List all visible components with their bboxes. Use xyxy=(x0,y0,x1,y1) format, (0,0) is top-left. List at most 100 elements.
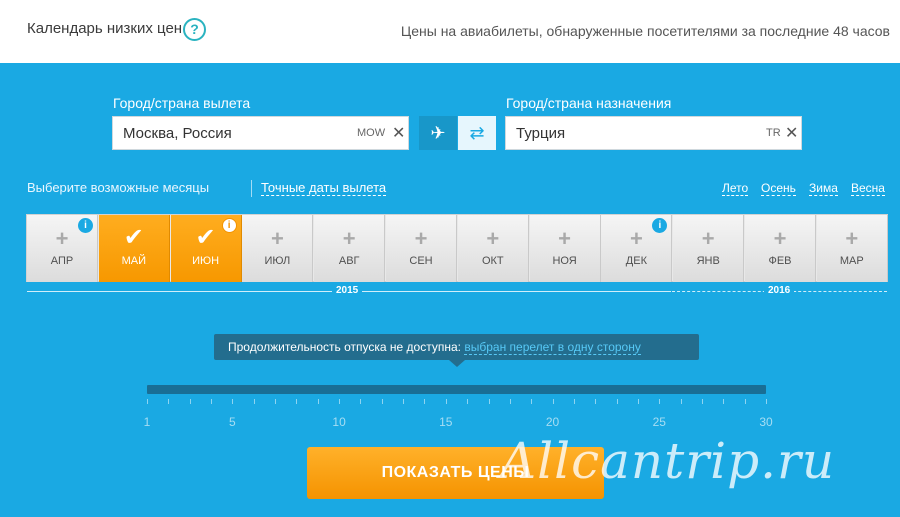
month-6[interactable]: + ОКТ xyxy=(457,215,529,282)
tooltip-arrow xyxy=(449,360,465,367)
month-label: ИЮЛ xyxy=(264,255,291,267)
month-4[interactable]: + АВГ xyxy=(314,215,386,282)
season-summer-link[interactable]: Лето xyxy=(722,181,749,196)
month-11[interactable]: + МАР xyxy=(816,215,888,282)
slider-scale-label: 5 xyxy=(229,415,236,429)
slider-tick xyxy=(573,399,575,404)
plus-icon: + xyxy=(270,226,284,251)
plus-icon: + xyxy=(486,226,500,251)
slider-scale-label: 1 xyxy=(143,415,151,429)
plus-icon: + xyxy=(845,226,859,251)
choose-months-label: Выберите возможные месяцы xyxy=(27,180,210,195)
destination-input[interactable] xyxy=(516,117,736,149)
plus-icon: + xyxy=(701,226,715,251)
slider-tick xyxy=(637,399,639,404)
month-label: ФЕВ xyxy=(768,255,792,267)
roundtrip-plane-icon: ⇄ xyxy=(469,123,485,143)
slider-scale-label: 30 xyxy=(759,415,773,429)
duration-slider[interactable] xyxy=(147,385,766,394)
season-spring-link[interactable]: Весна xyxy=(851,181,885,196)
oneway-toggle-button[interactable]: ✈ xyxy=(419,116,457,150)
info-icon[interactable]: i xyxy=(221,218,237,233)
check-icon: ✔ xyxy=(123,224,144,251)
prices-note: Цены на авиабилеты, обнаруженные посетит… xyxy=(400,23,890,39)
slider-tick xyxy=(766,399,767,404)
slider-tick xyxy=(189,399,191,404)
header-bar: Календарь низких цен ? Цены на авиабилет… xyxy=(0,0,900,63)
slider-scale-label: 25 xyxy=(652,415,666,429)
slider-tick xyxy=(467,399,469,404)
exact-dates-link[interactable]: Точные даты вылета xyxy=(261,180,387,196)
month-label: ЯНВ xyxy=(696,255,720,267)
slider-tick xyxy=(296,399,298,404)
month-0[interactable]: + АПР i xyxy=(27,215,98,282)
month-10[interactable]: + ФЕВ xyxy=(745,215,816,282)
slider-tick xyxy=(147,399,148,404)
slider-tick xyxy=(317,399,319,404)
slider-tick xyxy=(488,399,490,404)
slider-scale-label: 20 xyxy=(545,415,560,429)
slider-tick xyxy=(616,399,618,404)
origin-input[interactable] xyxy=(123,117,343,149)
slider-tick xyxy=(253,399,255,404)
slider-tick xyxy=(723,399,725,404)
slider-tick xyxy=(168,399,170,404)
destination-clear-icon[interactable]: ✕ xyxy=(785,123,798,143)
slider-tick xyxy=(680,399,682,404)
slider-tick xyxy=(424,399,426,404)
month-label: НОЯ xyxy=(552,255,577,267)
month-9[interactable]: + ЯНВ xyxy=(673,215,745,282)
plane-icon: ✈ xyxy=(430,123,446,143)
slider-ticks xyxy=(147,399,767,405)
slider-tick xyxy=(744,399,746,404)
month-label: ИЮН xyxy=(192,255,220,267)
slider-tick xyxy=(211,399,213,404)
plus-icon: + xyxy=(414,226,428,251)
slider-scale-label: 15 xyxy=(439,415,453,429)
origin-field[interactable]: MOW ✕ xyxy=(112,116,409,150)
slider-tick xyxy=(339,399,341,404)
page-title: Календарь низких цен xyxy=(27,20,183,37)
month-2[interactable]: ✔ ИЮН i xyxy=(170,215,242,282)
slider-tick xyxy=(275,399,277,404)
slider-tick xyxy=(659,399,661,404)
slider-tick xyxy=(445,399,447,404)
duration-tooltip: Продолжительность отпуска не доступна: в… xyxy=(214,334,699,360)
slider-tick xyxy=(403,399,405,404)
slider-tick xyxy=(360,399,362,404)
help-icon[interactable]: ? xyxy=(183,18,206,41)
month-7[interactable]: + НОЯ xyxy=(529,215,601,282)
month-5[interactable]: + СЕН xyxy=(386,215,457,282)
month-label: ДЕК xyxy=(625,255,647,267)
month-8[interactable]: + ДЕК i xyxy=(601,215,673,282)
season-winter-link[interactable]: Зима xyxy=(809,181,838,196)
slider-tick xyxy=(509,399,511,404)
months-bar: + АПР i ✔ МАЙ ✔ ИЮН i + ИЮЛ + АВГ + СЕН + ОКТ + НОЯ + ДЕК i +… xyxy=(26,214,888,282)
slider-tick xyxy=(552,399,554,404)
slider-scale-label: 10 xyxy=(332,415,346,429)
origin-label: Город/страна вылета xyxy=(113,95,251,111)
roundtrip-toggle-button[interactable]: ⇄ xyxy=(458,116,496,150)
slider-tick xyxy=(595,399,597,404)
origin-clear-icon[interactable]: ✕ xyxy=(392,123,405,143)
month-label: ОКТ xyxy=(481,255,504,267)
destination-field[interactable]: TR ✕ xyxy=(505,116,802,150)
watermark-logo: Allcantrip.ru xyxy=(500,432,836,490)
plus-icon: + xyxy=(342,226,356,251)
duration-tooltip-text: Продолжительность отпуска не доступна: xyxy=(228,340,461,354)
divider xyxy=(251,180,252,197)
destination-label: Город/страна назначения xyxy=(506,95,672,111)
slider-tick xyxy=(701,399,703,404)
month-label: МАЙ xyxy=(121,255,146,267)
season-autumn-link[interactable]: Осень xyxy=(761,181,796,196)
month-3[interactable]: + ИЮЛ xyxy=(242,215,314,282)
origin-code: MOW xyxy=(357,127,386,139)
month-1[interactable]: ✔ МАЙ xyxy=(98,215,170,282)
year-label-2015: 2015 xyxy=(332,285,363,296)
plus-icon: + xyxy=(558,226,572,251)
info-icon[interactable]: i xyxy=(78,218,93,233)
oneway-selected-link[interactable]: выбран перелет в одну сторону xyxy=(464,340,641,355)
slider-tick xyxy=(381,399,383,404)
plus-icon: + xyxy=(773,226,787,251)
year-label-2016: 2016 xyxy=(764,285,795,296)
